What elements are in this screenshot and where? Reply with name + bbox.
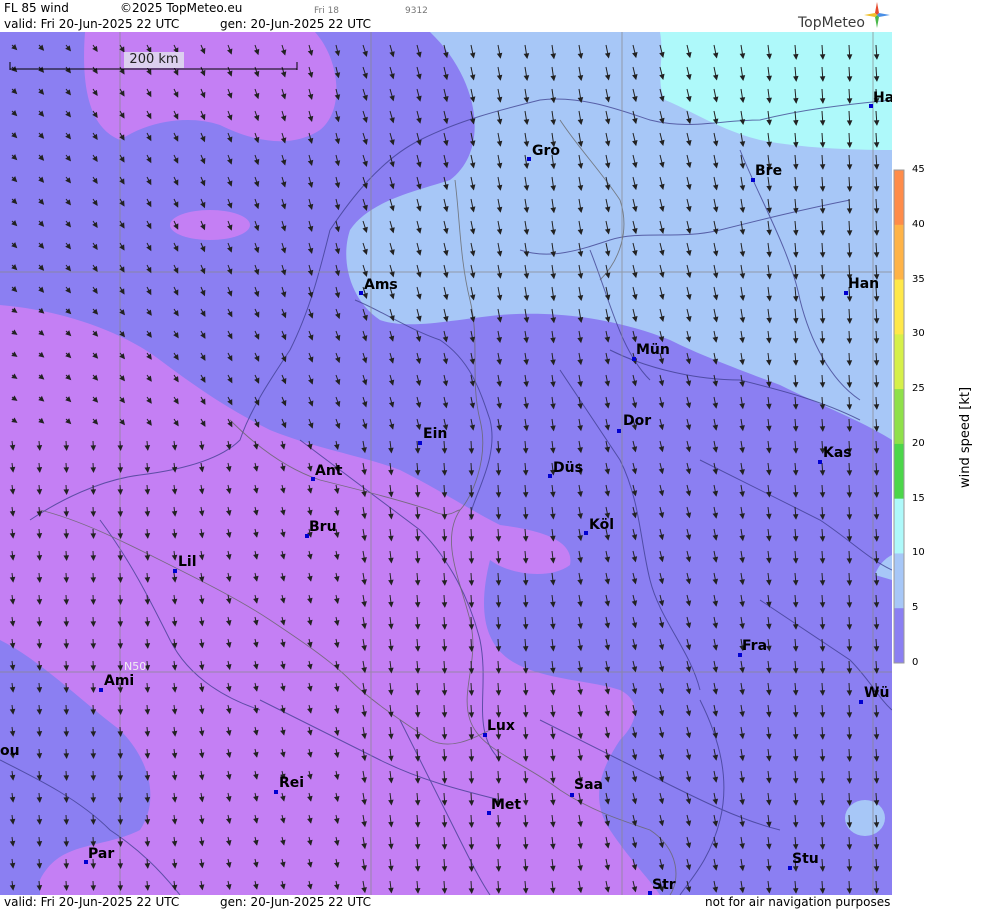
city-label-kas[interactable]: Kas	[823, 445, 852, 461]
city-dot	[548, 474, 552, 478]
colorbar-band	[894, 498, 904, 554]
wind-zone-calm-island	[170, 210, 250, 240]
city-label-dus[interactable]: Düs	[553, 460, 583, 476]
valid-time: valid: Fri 20-Jun-2025 22 UTC	[4, 17, 180, 31]
colorbar-band	[894, 170, 904, 226]
colorbar-band	[894, 334, 904, 390]
latitude-label: N50	[124, 660, 147, 673]
city-label-dor[interactable]: Dor	[623, 413, 651, 429]
colorbar-band	[894, 608, 904, 664]
footer-bar: valid: Fri 20-Jun-2025 22 UTC gen: 20-Ju…	[0, 895, 892, 909]
city-dot	[859, 700, 863, 704]
colorbar-tick-label: 10	[912, 547, 925, 559]
colorbar-tick-label: 30	[912, 328, 925, 340]
city-label-wu[interactable]: Wü	[864, 685, 889, 701]
city-label-str[interactable]: Str	[652, 877, 676, 893]
city-label-ams[interactable]: Ams	[364, 277, 398, 293]
city-label-fra[interactable]: Fra	[742, 638, 767, 654]
colorbar-tick-label: 35	[912, 273, 925, 285]
colorbar-tick-label: 20	[912, 437, 925, 449]
city-label-lil[interactable]: Lil	[178, 554, 197, 570]
city-label-ein[interactable]: Ein	[423, 426, 447, 442]
colorbar-tick-label: 45	[912, 164, 925, 175]
colorbar-tick-label: 40	[912, 218, 925, 230]
colorbar-band	[894, 443, 904, 500]
city-dot	[570, 793, 574, 797]
city-label-ha[interactable]: Ha	[873, 90, 892, 106]
city-dot	[99, 688, 103, 692]
city-label-saa[interactable]: Saa	[574, 777, 603, 793]
colorbar-tick-label: 5	[912, 602, 919, 614]
wind-zone-moderate-patch	[845, 800, 885, 836]
colorbar-tick-label: 15	[912, 492, 925, 504]
compass-logo-icon	[864, 2, 890, 28]
city-dot	[418, 441, 422, 445]
city-label-ou[interactable]: ou	[0, 743, 20, 759]
city-dot	[818, 460, 822, 464]
colorbar-tick-label: 0	[912, 657, 919, 668]
header-bar: FL 85 wind ©2025 TopMeteo.eu Fri 18 9312…	[0, 0, 892, 32]
city-label-lux[interactable]: Lux	[487, 718, 515, 734]
wind-map[interactable]: 200 km N50 Gro Bre Ha Ams Han Mün Dor Ei…	[0, 32, 892, 895]
copyright: ©2025 TopMeteo.eu	[120, 1, 243, 15]
frame-label: Fri 18	[314, 6, 340, 16]
wind-field-svg	[0, 32, 892, 895]
colorbar-band	[894, 553, 904, 609]
city-label-bre[interactable]: Bre	[755, 163, 782, 179]
city-label-han[interactable]: Han	[848, 276, 879, 292]
city-label-ami[interactable]: Ami	[104, 673, 134, 689]
city-label-ant[interactable]: Ant	[315, 463, 343, 479]
city-dot	[584, 531, 588, 535]
city-dot	[617, 429, 621, 433]
generated-time: gen: 20-Jun-2025 22 UTC	[220, 17, 372, 31]
city-label-bru[interactable]: Bru	[309, 519, 337, 535]
colorbar	[893, 169, 905, 664]
footer-generated-time: gen: 20-Jun-2025 22 UTC	[220, 895, 372, 909]
city-label-met[interactable]: Met	[491, 797, 521, 813]
city-label-rei[interactable]: Rei	[279, 775, 304, 791]
colorbar-band	[894, 279, 904, 335]
brand-logo-text: TopMeteo	[798, 15, 865, 31]
colorbar-band	[894, 224, 904, 281]
city-label-gro[interactable]: Gro	[532, 143, 560, 159]
colorbar-tick-label: 25	[912, 383, 925, 395]
city-dot	[173, 569, 177, 573]
city-label-mun[interactable]: Mün	[636, 342, 670, 358]
product-title: FL 85 wind	[4, 1, 69, 15]
city-label-stu[interactable]: Stu	[792, 851, 819, 867]
city-dot	[527, 157, 531, 161]
colorbar-label: wind speed [kt]	[958, 386, 973, 488]
city-label-par[interactable]: Par	[88, 846, 114, 862]
frame-code: 9312	[405, 6, 428, 16]
scale-label: 200 km	[124, 52, 184, 68]
footer-valid-time: valid: Fri 20-Jun-2025 22 UTC	[4, 895, 180, 909]
city-dot	[274, 790, 278, 794]
city-dot	[359, 291, 363, 295]
disclaimer: not for air navigation purposes	[705, 895, 891, 909]
colorbar-band	[894, 389, 904, 445]
city-label-kol[interactable]: Köl	[589, 517, 614, 533]
